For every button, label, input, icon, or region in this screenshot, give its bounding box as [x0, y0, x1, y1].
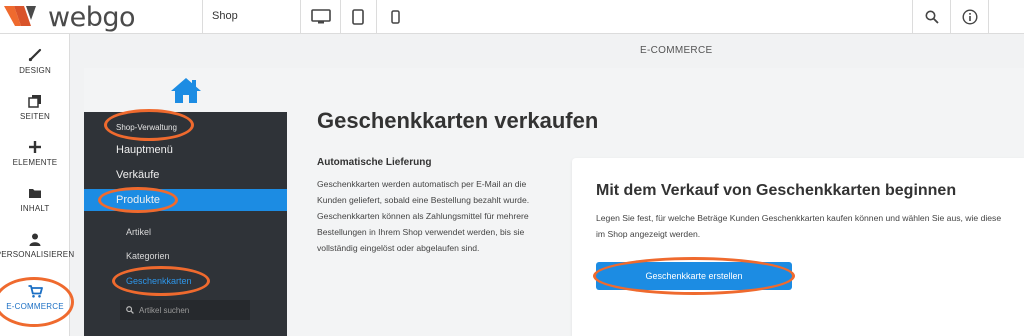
sidebar-item-seiten[interactable]: SEITEN [0, 84, 70, 130]
brand-name: webgo [48, 1, 136, 33]
search-button[interactable] [914, 0, 950, 34]
sidebar-item-inhalt[interactable]: INHALT [0, 176, 70, 222]
card-text: Legen Sie fest, für welche Beträge Kunde… [596, 213, 1002, 239]
sidebar-item-e-commerce[interactable]: E-COMMERCE [0, 274, 70, 320]
shop-navigation: Shop-Verwaltung Hauptmenü Verkäufe Produ… [84, 68, 287, 336]
info-icon [962, 9, 978, 25]
sidebar-item-label: E-COMMERCE [6, 302, 64, 311]
divider [950, 0, 951, 34]
create-gift-card-button[interactable]: Geschenkkarte erstellen [596, 262, 792, 290]
search-icon [126, 306, 134, 314]
divider [202, 0, 203, 34]
sidebar-item-personalisieren[interactable]: PERSONALISIEREN [0, 222, 74, 268]
section-title: E-COMMERCE [640, 45, 713, 56]
sub-item-categories[interactable]: Kategorien [126, 251, 170, 261]
sidebar-item-label: INHALT [20, 204, 50, 213]
gift-card-start-card: Mit dem Verkauf von Geschenkkarten begin… [572, 158, 1024, 336]
shop-management-heading: Shop-Verwaltung [116, 123, 177, 132]
webgo-logo-icon [4, 6, 36, 26]
divider [376, 0, 377, 34]
desktop-view-button[interactable] [304, 0, 338, 34]
tablet-view-button[interactable] [342, 0, 374, 34]
sub-item-gift-cards[interactable]: Geschenkkarten [126, 276, 192, 286]
info-button[interactable] [952, 0, 988, 34]
sidebar-item-design[interactable]: DESIGN [0, 38, 70, 84]
article-search-input[interactable] [139, 305, 249, 315]
article-search[interactable] [120, 300, 250, 320]
mobile-view-button[interactable] [380, 0, 410, 34]
pages-icon [28, 93, 42, 109]
divider [912, 0, 913, 34]
shop-preview: Shop-Verwaltung Hauptmenü Verkäufe Produ… [84, 68, 1024, 336]
page-select[interactable]: Shop [212, 10, 238, 22]
search-icon [925, 10, 939, 24]
gift-card-page: Geschenkkarten verkaufen Automatische Li… [287, 68, 1024, 336]
divider [300, 0, 301, 34]
plus-icon [29, 139, 41, 155]
nav-item-products[interactable]: Produkte [84, 189, 287, 211]
logo[interactable]: webgo [4, 1, 136, 33]
sidebar-item-label: DESIGN [19, 66, 51, 75]
person-icon [29, 231, 41, 247]
sidebar-item-label: PERSONALISIEREN [0, 250, 75, 259]
nav-item-main-menu[interactable]: Hauptmenü [116, 144, 173, 156]
sidebar-item-label: SEITEN [19, 112, 51, 121]
cart-icon [28, 283, 43, 299]
sidebar-item-elemente[interactable]: ELEMENTE [0, 130, 70, 176]
nav-item-sales[interactable]: Verkäufe [116, 169, 159, 181]
page-title: Geschenkkarten verkaufen [317, 108, 599, 133]
delivery-title: Automatische Lieferung [317, 157, 432, 168]
sidebar-item-label: ELEMENTE [12, 158, 58, 167]
delivery-text: Geschenkkarten werden automatisch per E-… [317, 179, 530, 253]
top-bar: webgo Shop [0, 0, 1024, 34]
brush-icon [28, 47, 42, 63]
home-button[interactable] [84, 68, 287, 112]
editor-sidebar: DESIGN SEITEN ELEMENTE INHALT PERSONALIS… [0, 34, 74, 336]
home-icon [170, 78, 201, 103]
mobile-icon [390, 10, 400, 24]
desktop-icon [311, 9, 331, 24]
divider [340, 0, 341, 34]
sub-item-articles[interactable]: Artikel [126, 227, 151, 237]
divider [988, 0, 989, 34]
folder-icon [28, 185, 42, 201]
card-title: Mit dem Verkauf von Geschenkkarten begin… [596, 182, 957, 199]
tablet-icon [352, 9, 364, 25]
